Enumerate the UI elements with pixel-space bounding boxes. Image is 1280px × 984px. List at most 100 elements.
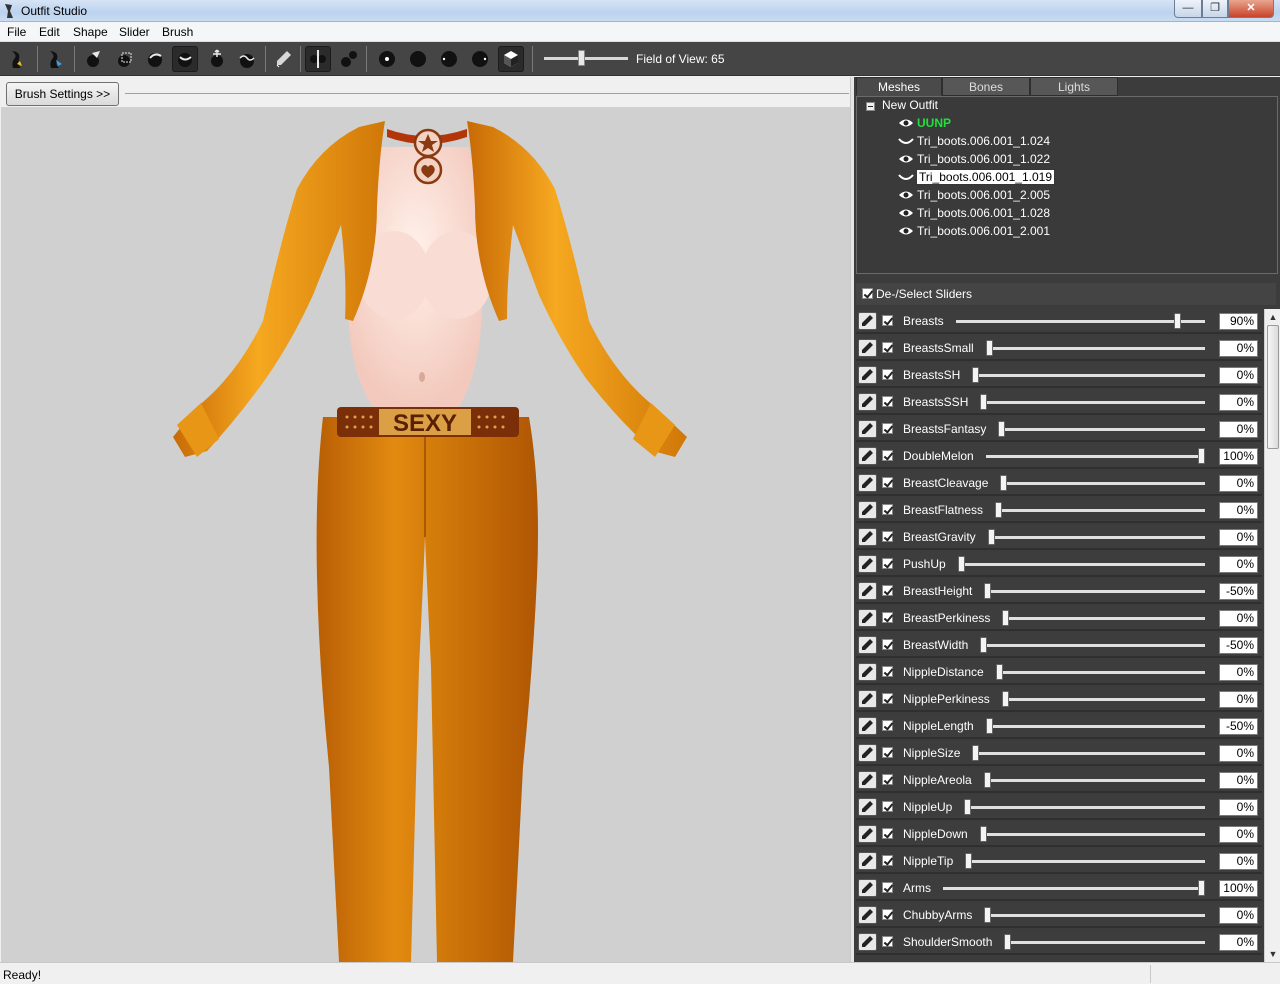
eye-closed-icon[interactable] <box>898 136 914 146</box>
slider-checkbox[interactable] <box>882 342 893 353</box>
slider-track[interactable] <box>964 806 1205 809</box>
tool-button-9[interactable] <box>270 46 296 72</box>
edit-slider-button[interactable] <box>858 771 877 789</box>
tree-root[interactable]: New Outfit <box>882 97 938 114</box>
slider-track[interactable] <box>988 536 1205 539</box>
slider-track[interactable] <box>956 320 1205 323</box>
edit-slider-button[interactable] <box>858 312 877 330</box>
collapse-toggle[interactable] <box>866 102 875 111</box>
select-all-checkbox[interactable] <box>862 288 873 299</box>
slider-thumb[interactable] <box>1174 313 1181 329</box>
slider-value-field[interactable]: 0% <box>1219 799 1258 816</box>
menu-edit[interactable]: Edit <box>39 25 60 39</box>
slider-checkbox[interactable] <box>882 585 893 596</box>
slider-checkbox[interactable] <box>882 747 893 758</box>
slider-checkbox[interactable] <box>882 423 893 434</box>
slider-thumb[interactable] <box>972 367 979 383</box>
eye-icon[interactable] <box>898 190 914 200</box>
slider-track[interactable] <box>972 374 1205 377</box>
mesh-item[interactable]: Tri_boots.006.001_2.001 <box>917 223 1050 240</box>
menu-shape[interactable]: Shape <box>73 25 108 39</box>
slider-track[interactable] <box>1000 482 1205 485</box>
mesh-item[interactable]: UUNP <box>917 115 951 132</box>
tool-button-1[interactable] <box>4 46 30 72</box>
slider-thumb[interactable] <box>1004 934 1011 950</box>
slider-value-field[interactable]: 0% <box>1219 610 1258 627</box>
edit-slider-button[interactable] <box>858 798 877 816</box>
slider-value-field[interactable]: 0% <box>1219 502 1258 519</box>
slider-thumb[interactable] <box>996 664 1003 680</box>
tool-button-4[interactable] <box>112 46 138 72</box>
slider-checkbox[interactable] <box>882 666 893 677</box>
minimize-button[interactable]: — <box>1174 0 1202 18</box>
slider-value-field[interactable]: 0% <box>1219 826 1258 843</box>
slider-checkbox[interactable] <box>882 882 893 893</box>
mesh-item[interactable]: Tri_boots.006.001_1.022 <box>917 151 1050 168</box>
slider-value-field[interactable]: 0% <box>1219 421 1258 438</box>
mesh-item[interactable]: Tri_boots.006.001_1.019 <box>916 169 1055 186</box>
slider-value-field[interactable]: 0% <box>1219 691 1258 708</box>
eye-icon[interactable] <box>898 226 914 236</box>
slider-thumb[interactable] <box>965 853 972 869</box>
maximize-button[interactable]: ❐ <box>1202 0 1228 18</box>
menu-slider[interactable]: Slider <box>119 25 150 39</box>
slider-value-field[interactable]: 0% <box>1219 394 1258 411</box>
tool-button-14[interactable] <box>436 46 462 72</box>
slider-checkbox[interactable] <box>882 396 893 407</box>
slider-thumb[interactable] <box>986 718 993 734</box>
slider-track[interactable] <box>986 725 1205 728</box>
slider-thumb[interactable] <box>958 556 965 572</box>
3d-viewport[interactable]: SEXY <box>1 107 850 962</box>
edit-slider-button[interactable] <box>858 447 877 465</box>
scroll-down-icon[interactable]: ▼ <box>1267 948 1279 960</box>
slider-value-field[interactable]: 0% <box>1219 475 1258 492</box>
slider-value-field[interactable]: 0% <box>1219 529 1258 546</box>
slider-track[interactable] <box>1002 698 1205 701</box>
tool-button-3[interactable] <box>80 46 106 72</box>
edit-slider-button[interactable] <box>858 717 877 735</box>
edit-slider-button[interactable] <box>858 906 877 924</box>
slider-thumb[interactable] <box>995 502 1002 518</box>
eye-icon[interactable] <box>898 154 914 164</box>
edit-slider-button[interactable] <box>858 744 877 762</box>
slider-value-field[interactable]: 0% <box>1219 853 1258 870</box>
slider-checkbox[interactable] <box>882 477 893 488</box>
slider-track[interactable] <box>995 509 1205 512</box>
tool-button-16[interactable] <box>498 46 524 72</box>
brush-settings-button[interactable]: Brush Settings >> <box>6 82 119 106</box>
edit-slider-button[interactable] <box>858 852 877 870</box>
slider-thumb[interactable] <box>986 340 993 356</box>
edit-slider-button[interactable] <box>858 528 877 546</box>
slider-track[interactable] <box>965 860 1205 863</box>
edit-slider-button[interactable] <box>858 933 877 951</box>
slider-checkbox[interactable] <box>882 612 893 623</box>
slider-thumb[interactable] <box>972 745 979 761</box>
mesh-item[interactable]: Tri_boots.006.001_1.028 <box>917 205 1050 222</box>
slider-value-field[interactable]: 0% <box>1219 772 1258 789</box>
edit-slider-button[interactable] <box>858 474 877 492</box>
slider-checkbox[interactable] <box>882 369 893 380</box>
slider-checkbox[interactable] <box>882 693 893 704</box>
slider-value-field[interactable]: 90% <box>1219 313 1258 330</box>
edit-slider-button[interactable] <box>858 690 877 708</box>
slider-checkbox[interactable] <box>882 504 893 515</box>
slider-track[interactable] <box>1002 617 1205 620</box>
slider-value-field[interactable]: 0% <box>1219 934 1258 951</box>
tab-meshes[interactable]: Meshes <box>856 77 942 96</box>
tab-lights[interactable]: Lights <box>1030 77 1118 96</box>
tool-button-12[interactable] <box>374 46 400 72</box>
slider-track[interactable] <box>980 401 1205 404</box>
eye-icon[interactable] <box>898 208 914 218</box>
tool-button-6[interactable] <box>172 46 198 72</box>
slider-checkbox[interactable] <box>882 558 893 569</box>
slider-thumb[interactable] <box>984 583 991 599</box>
slider-thumb[interactable] <box>1000 475 1007 491</box>
scroll-up-icon[interactable]: ▲ <box>1267 311 1279 323</box>
slider-track[interactable] <box>972 752 1205 755</box>
slider-thumb[interactable] <box>988 529 995 545</box>
tool-button-7[interactable] <box>204 46 230 72</box>
edit-slider-button[interactable] <box>858 825 877 843</box>
slider-track[interactable] <box>984 779 1205 782</box>
slider-thumb[interactable] <box>1002 691 1009 707</box>
slider-track[interactable] <box>996 671 1205 674</box>
